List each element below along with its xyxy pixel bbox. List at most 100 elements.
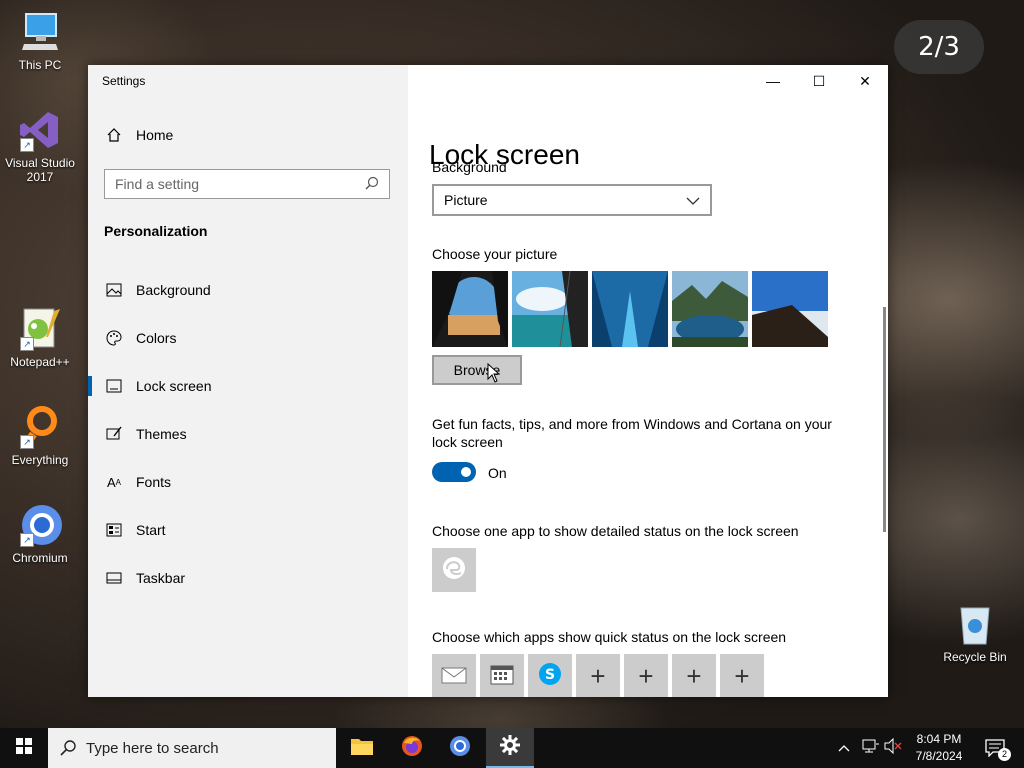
volume-button[interactable] xyxy=(884,728,902,768)
background-dropdown-value: Picture xyxy=(444,192,488,208)
computer-icon xyxy=(18,10,62,54)
settings-sidebar: Settings Home Find a setting Personaliza… xyxy=(88,65,408,697)
shortcut-arrow-icon: ↗ xyxy=(20,138,34,152)
browse-button[interactable]: Browse xyxy=(432,355,522,385)
find-setting-input[interactable]: Find a setting xyxy=(104,169,390,199)
background-icon xyxy=(104,283,124,297)
taskbar-file-explorer[interactable] xyxy=(338,728,386,768)
picture-thumbnail[interactable] xyxy=(432,271,508,347)
chromium-icon xyxy=(449,735,471,762)
sidebar-item-background[interactable]: Background xyxy=(88,270,408,310)
quick-status-label: Choose which apps show quick status on t… xyxy=(432,629,787,645)
picture-thumbnail[interactable] xyxy=(672,271,748,347)
settings-window: Settings Home Find a setting Personaliza… xyxy=(88,65,888,697)
desktop-icon-notepadpp[interactable]: ↗ Notepad++ xyxy=(0,307,80,369)
everything-icon: ↗ xyxy=(18,405,62,449)
quick-status-add-button[interactable]: + xyxy=(576,654,620,697)
minimize-button[interactable]: — xyxy=(750,65,796,97)
picture-thumbnail[interactable] xyxy=(512,270,588,348)
plus-icon: + xyxy=(686,661,702,691)
shortcut-arrow-icon: ↗ xyxy=(20,533,34,547)
desktop-icon-recycle-bin[interactable]: Recycle Bin xyxy=(935,602,1015,664)
calendar-icon xyxy=(490,663,514,690)
search-icon xyxy=(60,740,76,756)
tips-toggle[interactable] xyxy=(432,462,476,482)
taskbar-settings[interactable] xyxy=(486,728,534,768)
sidebar-item-fonts[interactable]: AA Fonts xyxy=(88,462,408,502)
show-hidden-icons-button[interactable] xyxy=(838,728,850,768)
taskbar: Type here to search 8:04 PM 7/8/2024 2 xyxy=(0,728,1024,768)
quick-status-add-button[interactable]: + xyxy=(672,654,716,697)
clock-date: 7/8/2024 xyxy=(915,749,963,763)
chevron-up-icon xyxy=(838,739,850,757)
taskbar-chromium[interactable] xyxy=(436,728,484,768)
window-title: Settings xyxy=(102,74,146,88)
desktop-icon-visual-studio[interactable]: ↗ Visual Studio 2017 xyxy=(0,108,80,184)
network-icon xyxy=(862,738,880,759)
taskbar-search-box[interactable]: Type here to search xyxy=(48,728,336,768)
chromium-icon: ↗ xyxy=(18,503,62,547)
svg-text:S: S xyxy=(545,667,555,683)
taskbar-clock[interactable]: 8:04 PM 7/8/2024 xyxy=(904,731,974,765)
section-title: Personalization xyxy=(104,223,208,239)
taskbar-icon xyxy=(104,572,124,584)
home-nav-item[interactable]: Home xyxy=(104,127,173,143)
recycle-bin-icon xyxy=(953,602,997,646)
volume-muted-icon xyxy=(884,737,902,759)
edge-app-icon xyxy=(441,555,467,586)
home-label: Home xyxy=(136,127,174,143)
mouse-cursor-icon xyxy=(487,362,501,388)
notification-count-badge: 2 xyxy=(998,748,1011,761)
detailed-status-app-button[interactable] xyxy=(432,548,476,592)
desktop-icon-chromium[interactable]: ↗ Chromium xyxy=(0,503,80,565)
quick-status-skype-button[interactable]: S xyxy=(528,654,572,697)
firefox-icon xyxy=(401,735,423,762)
lock-screen-page: — ☐ ✕ Lock screen Background Picture Cho… xyxy=(408,65,888,697)
desktop-icon-this-pc[interactable]: This PC xyxy=(0,10,80,72)
quick-status-add-button[interactable]: + xyxy=(624,654,668,697)
sidebar-item-taskbar[interactable]: Taskbar xyxy=(88,558,408,598)
taskbar-firefox[interactable] xyxy=(388,728,436,768)
visual-studio-icon: ↗ xyxy=(18,108,62,152)
shortcut-arrow-icon: ↗ xyxy=(20,435,34,449)
windows-logo-icon xyxy=(16,737,32,759)
mail-icon xyxy=(441,664,467,689)
plus-icon: + xyxy=(638,661,654,691)
plus-icon: + xyxy=(590,661,606,691)
content-scrollbar[interactable] xyxy=(883,307,886,532)
quick-status-calendar-button[interactable] xyxy=(480,654,524,697)
home-icon xyxy=(104,127,124,143)
maximize-button[interactable]: ☐ xyxy=(796,65,842,97)
fonts-icon: AA xyxy=(106,474,121,490)
start-icon xyxy=(104,523,124,537)
plus-icon: + xyxy=(734,661,750,691)
quick-status-add-button[interactable]: + xyxy=(720,654,764,697)
close-button[interactable]: ✕ xyxy=(842,65,888,97)
network-status-button[interactable] xyxy=(862,728,880,768)
picture-thumbnail[interactable] xyxy=(592,271,668,347)
slide-counter-badge: 2/3 xyxy=(894,20,984,74)
sidebar-item-themes[interactable]: Themes xyxy=(88,414,408,454)
clock-time: 8:04 PM xyxy=(916,732,962,746)
sidebar-item-lock-screen[interactable]: Lock screen xyxy=(88,366,408,406)
background-dropdown[interactable]: Picture xyxy=(432,184,712,216)
notification-icon: 2 xyxy=(985,739,1011,761)
skype-icon: S xyxy=(538,662,562,691)
action-center-button[interactable]: 2 xyxy=(980,728,1011,768)
choose-picture-label: Choose your picture xyxy=(432,246,558,262)
themes-icon xyxy=(104,426,124,442)
detailed-status-label: Choose one app to show detailed status o… xyxy=(432,523,799,539)
quick-status-mail-button[interactable] xyxy=(432,654,476,697)
background-label: Background xyxy=(432,159,507,175)
sidebar-item-colors[interactable]: Colors xyxy=(88,318,408,358)
tips-toggle-state: On xyxy=(488,465,507,481)
taskbar-search-placeholder: Type here to search xyxy=(86,739,219,757)
picture-thumbnail[interactable] xyxy=(752,271,828,347)
desktop-icon-everything[interactable]: ↗ Everything xyxy=(0,405,80,467)
start-button[interactable] xyxy=(0,728,48,768)
folder-icon xyxy=(350,736,374,761)
search-placeholder: Find a setting xyxy=(115,176,200,192)
tips-description: Get fun facts, tips, and more from Windo… xyxy=(432,416,832,450)
chevron-down-icon xyxy=(686,192,700,208)
sidebar-item-start[interactable]: Start xyxy=(88,510,408,550)
